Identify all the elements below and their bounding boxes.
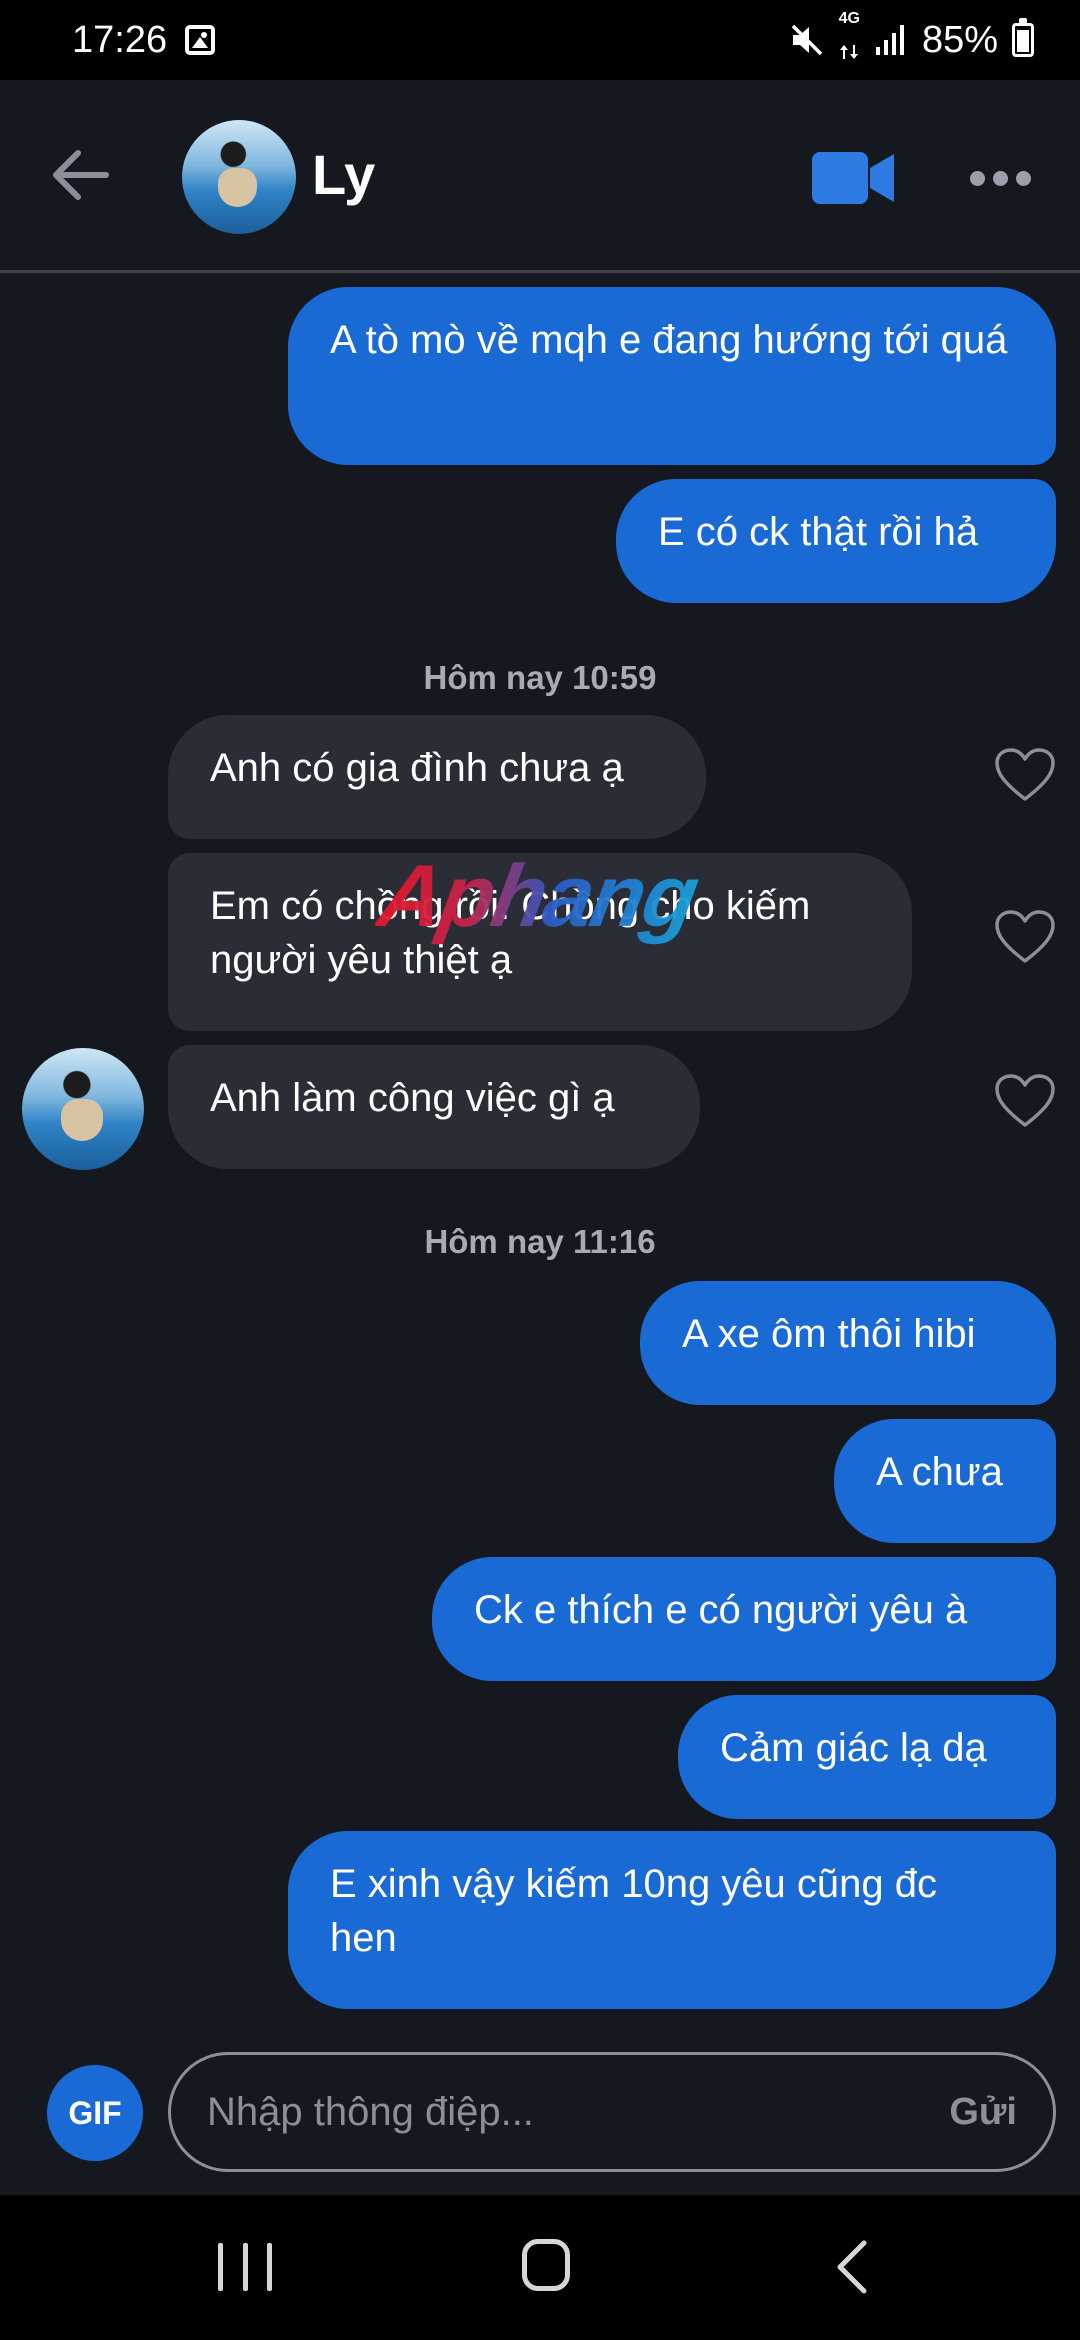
outgoing-message[interactable]: E xinh vậy kiếm 10ng yêu cũng đc hen	[288, 1831, 1056, 2009]
like-heart-icon[interactable]	[994, 747, 1056, 803]
more-dot	[993, 170, 1008, 186]
message-input[interactable]	[207, 2089, 950, 2135]
battery-percent: 85%	[921, 18, 998, 61]
data-arrows-icon	[839, 44, 858, 59]
date-separator: Hôm nay 10:59	[423, 659, 657, 696]
incoming-message[interactable]: Anh có gia đình chưa ạ	[168, 715, 706, 839]
back-arrow-icon[interactable]	[46, 140, 116, 210]
status-right: 4G 85%	[789, 9, 1034, 70]
date-separator: Hôm nay 11:16	[424, 1223, 656, 1260]
message-list[interactable]: A tò mò về mqh e đang hướng tới quá E có…	[0, 273, 1080, 2195]
status-time: 17:26	[72, 18, 168, 61]
more-dot	[1016, 170, 1031, 186]
video-call-icon[interactable]	[812, 150, 894, 206]
outgoing-message[interactable]: A chưa	[834, 1419, 1056, 1543]
gallery-notification-icon	[185, 25, 216, 55]
status-bar: 17:26 4G 85%	[0, 0, 1080, 80]
incoming-message[interactable]: Anh làm công việc gì ạ	[168, 1045, 700, 1169]
recents-bar	[242, 2243, 248, 2291]
network-type-label: 4G	[838, 9, 860, 27]
system-nav-bar	[0, 2195, 1080, 2340]
like-heart-icon[interactable]	[994, 909, 1056, 965]
contact-avatar[interactable]	[182, 120, 296, 234]
recents-bar	[218, 2243, 223, 2291]
more-dot	[970, 170, 985, 186]
outgoing-message[interactable]: E có ck thật rồi hả	[616, 479, 1056, 603]
recent-apps-button[interactable]	[218, 2243, 272, 2291]
signal-icon	[875, 25, 904, 55]
message-composer[interactable]: Gửi	[168, 2052, 1056, 2172]
network-indicator: 4G	[838, 9, 860, 70]
gif-button[interactable]: GIF	[47, 2065, 143, 2161]
outgoing-message[interactable]: Ck e thích e có người yêu à	[432, 1557, 1056, 1681]
send-button[interactable]: Gửi	[949, 2091, 1017, 2134]
mute-icon	[791, 24, 822, 56]
more-options-icon[interactable]	[970, 156, 1034, 200]
battery-icon	[1012, 18, 1034, 57]
nav-back-icon[interactable]	[832, 2239, 872, 2295]
outgoing-message[interactable]: A xe ôm thôi hibi	[640, 1281, 1056, 1405]
home-button[interactable]	[522, 2239, 570, 2291]
contact-avatar-small[interactable]	[22, 1048, 144, 1170]
status-left: 17:26	[72, 18, 216, 62]
watermark-logo: Aphang	[371, 846, 705, 945]
recents-bar	[267, 2243, 272, 2291]
like-heart-icon[interactable]	[994, 1073, 1056, 1129]
outgoing-message[interactable]: Cảm giác lạ dạ	[678, 1695, 1056, 1819]
outgoing-message[interactable]: A tò mò về mqh e đang hướng tới quá	[288, 287, 1056, 465]
contact-name[interactable]: Ly	[312, 142, 375, 207]
chat-header: Ly	[0, 80, 1080, 273]
